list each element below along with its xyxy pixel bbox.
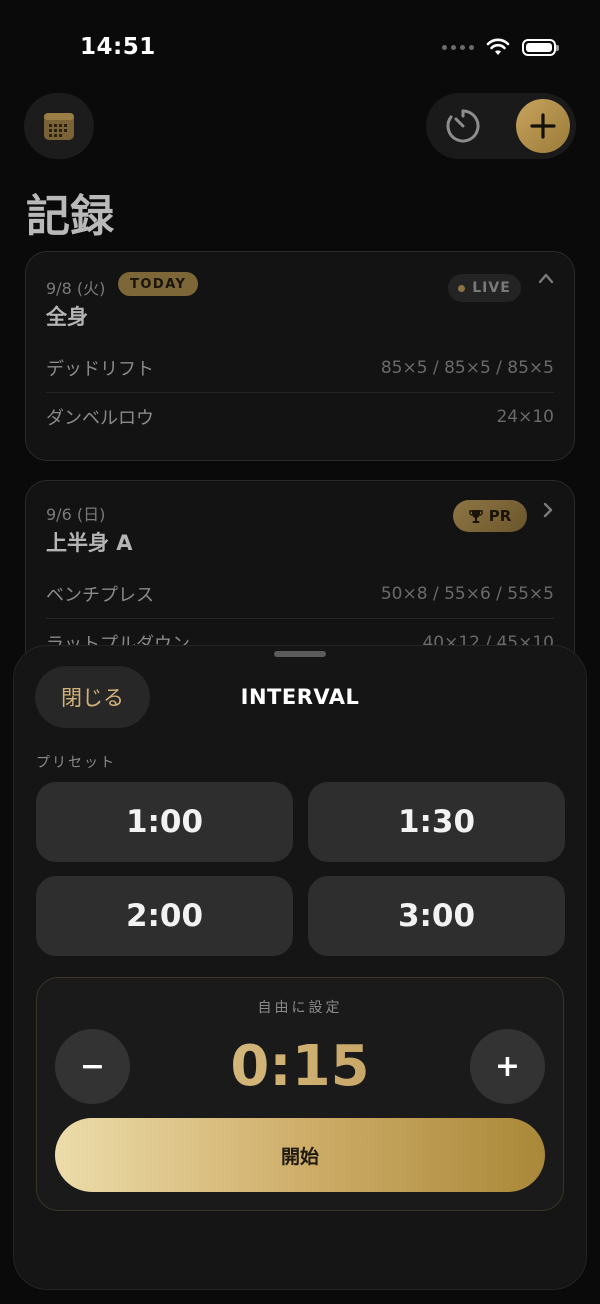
exercise-sets: 24×10	[496, 407, 554, 427]
chevron-right-icon[interactable]	[542, 502, 554, 518]
plus-icon: +	[494, 1049, 521, 1084]
start-button[interactable]: 開始	[55, 1118, 545, 1192]
signal-icon	[442, 44, 474, 50]
exercise-sets: 50×8 / 55×6 / 55×5	[380, 584, 554, 604]
chevron-up-icon[interactable]	[538, 272, 554, 284]
calendar-button[interactable]	[24, 93, 94, 159]
custom-label: 自由に設定	[257, 1000, 343, 1016]
exercise-name: ダンベルロウ	[46, 408, 154, 429]
today-badge: TODAY	[118, 272, 199, 296]
calendar-icon	[44, 113, 74, 140]
record-card[interactable]: 9/8 (火) TODAY LIVE 全身 デッドリフト 85×5 / 85×5…	[25, 251, 575, 461]
preset-label: プリセット	[36, 755, 116, 771]
preset-button[interactable]: 1:30	[308, 782, 565, 862]
trophy-icon	[469, 509, 483, 523]
exercise-sets: 85×5 / 85×5 / 85×5	[380, 358, 554, 378]
pr-badge: PR	[453, 500, 527, 532]
exercise-row: デッドリフト 85×5 / 85×5 / 85×5	[46, 344, 554, 392]
increment-button[interactable]: +	[470, 1029, 545, 1104]
record-title: 上半身 A	[46, 531, 133, 555]
exercise-row: ベンチプレス 50×8 / 55×6 / 55×5	[46, 570, 554, 618]
exercise-name: デッドリフト	[46, 359, 154, 380]
record-title: 全身	[46, 305, 88, 329]
preset-button[interactable]: 3:00	[308, 876, 565, 956]
timer-icon	[446, 109, 480, 143]
status-icons	[442, 38, 559, 56]
status-time: 14:51	[80, 34, 156, 60]
record-date: 9/8 (火)	[46, 279, 106, 298]
interval-timer-button[interactable]	[436, 99, 490, 153]
wifi-icon	[486, 38, 510, 55]
plus-icon	[530, 113, 556, 139]
exercise-row: ダンベルロウ 24×10	[46, 393, 554, 441]
sheet-title: INTERVAL	[240, 685, 360, 709]
preset-button[interactable]: 2:00	[36, 876, 293, 956]
preset-button[interactable]: 1:00	[36, 782, 293, 862]
battery-icon	[522, 38, 559, 56]
page-title: 記録	[26, 191, 114, 242]
record-date: 9/6 (日)	[46, 505, 106, 524]
pr-label: PR	[488, 507, 512, 525]
add-record-button[interactable]	[516, 99, 570, 153]
exercise-name: ベンチプレス	[46, 585, 154, 606]
live-badge: LIVE	[448, 274, 521, 302]
live-dot-icon	[458, 284, 466, 292]
sheet-drag-handle[interactable]	[274, 651, 326, 657]
live-label: LIVE	[472, 280, 511, 296]
